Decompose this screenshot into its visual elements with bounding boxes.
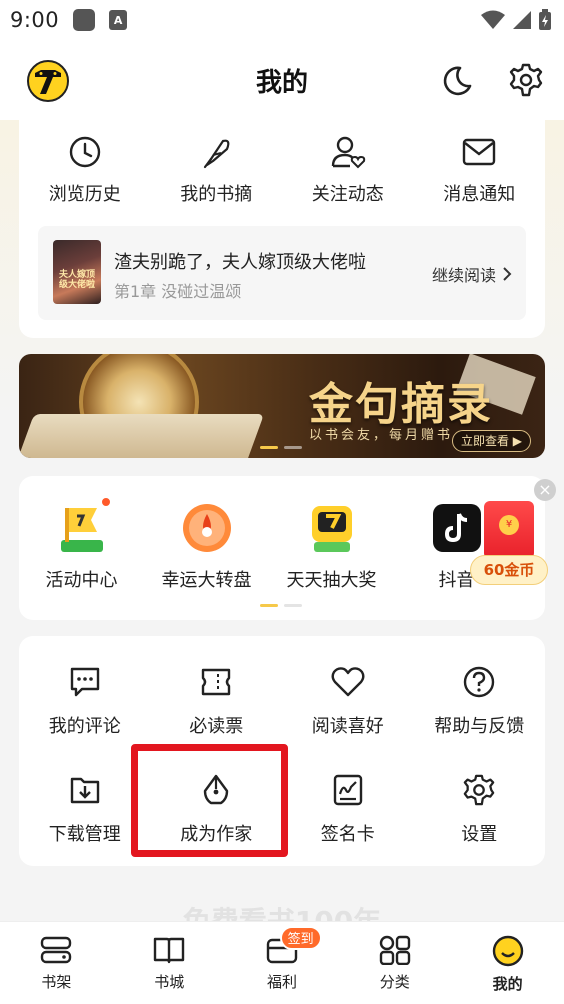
book-cover-title: 夫人嫁顶级大佬啦: [58, 270, 95, 290]
quotes-banner[interactable]: 金句摘录 以书会友，每月赠书 立即查看 ▶: [19, 354, 545, 458]
book-open-icon: [153, 937, 185, 964]
coin-reward-label: 60金币: [470, 555, 548, 585]
download-icon: [70, 777, 99, 804]
book-cover: 夫人嫁顶级大佬啦: [53, 240, 101, 304]
tool-label: 设置: [461, 824, 498, 845]
nav-bookshelf[interactable]: 书架: [0, 922, 113, 1004]
banner-title: 金句摘录: [309, 379, 493, 430]
quick-link-history[interactable]: 浏览历史: [19, 128, 151, 206]
banner-pagination: [260, 446, 302, 449]
activity-label: 幸运大转盘: [161, 570, 252, 591]
help-icon: [464, 666, 495, 698]
quick-link-label: 消息通知: [443, 184, 516, 205]
nav-label: 书城: [154, 973, 185, 991]
tool-label: 签名卡: [320, 824, 375, 845]
tool-label: 阅读喜好: [311, 716, 384, 737]
battery-icon: [539, 9, 551, 30]
slot-machine-icon: [311, 506, 352, 552]
red-packet-envelope: ¥: [484, 501, 534, 559]
quick-link-label: 关注动态: [311, 184, 384, 205]
continue-reading-box[interactable]: 夫人嫁顶级大佬啦 渣夫别跪了，夫人嫁顶级大佬啦 第1章 没碰过温颂 继续阅读: [38, 226, 526, 320]
app-notification-icon: A: [109, 10, 128, 30]
new-dot-badge: [100, 496, 112, 508]
activity-label: 天天抽大奖: [286, 570, 377, 591]
tool-label: 必读票: [189, 716, 244, 737]
activity-center[interactable]: 活动中心: [19, 496, 144, 592]
continue-reading-button[interactable]: 继续阅读: [432, 262, 512, 286]
flag-icon: [60, 508, 103, 552]
ticket-icon: [202, 668, 231, 696]
banner-book-image: [19, 414, 265, 458]
red-packet-widget[interactable]: ¥ 60金币: [470, 501, 548, 587]
smiley-icon: [492, 935, 523, 967]
mail-icon: [463, 138, 496, 166]
banner-view-button[interactable]: 立即查看 ▶: [451, 430, 531, 452]
bottom-nav: 书架 书城 签到 福利 分类 我的: [0, 921, 564, 1004]
nav-label: 书架: [41, 973, 72, 991]
red-packet-seal-icon: ¥: [499, 515, 519, 535]
notification-icon: [73, 9, 96, 31]
comment-icon: [70, 667, 99, 697]
activities-pagination: [260, 604, 302, 607]
signature-icon: [333, 774, 362, 806]
wifi-icon: [481, 10, 505, 29]
header: 我的: [0, 40, 564, 120]
settings-gear-icon[interactable]: [508, 62, 544, 98]
tool-label: 下载管理: [48, 824, 121, 845]
user-heart-icon: [331, 136, 365, 169]
grid-icon: [379, 935, 410, 965]
clock-icon: [69, 136, 100, 168]
status-time: 9:00: [10, 8, 60, 32]
page-title: 我的: [255, 68, 308, 98]
nav-welfare[interactable]: 签到 福利: [226, 922, 339, 1004]
tool-label: 我的评论: [48, 716, 121, 737]
quick-link-excerpts[interactable]: 我的书摘: [151, 128, 283, 206]
wheel-icon: [182, 504, 231, 552]
heart-icon: [331, 667, 365, 697]
nav-label: 分类: [379, 973, 410, 991]
nav-label: 我的: [492, 975, 523, 993]
nav-mine[interactable]: 我的: [451, 922, 564, 1004]
book-title: 渣夫别跪了，夫人嫁顶级大佬啦: [114, 252, 366, 273]
activity-label: 活动中心: [45, 570, 118, 591]
nav-label: 福利: [266, 973, 297, 991]
book-chapter: 第1章 没碰过温颂: [114, 282, 242, 301]
status-bar: 9:00 A: [0, 0, 564, 40]
close-red-packet-button[interactable]: ×: [534, 479, 556, 501]
moon-icon[interactable]: [440, 64, 474, 98]
quick-link-following[interactable]: 关注动态: [282, 128, 414, 206]
quick-links-card: 浏览历史 我的书摘 关注动态 消息通知 夫人嫁顶级大佬啦 渣夫别跪了，夫人嫁顶级…: [19, 118, 545, 338]
nav-bookstore[interactable]: 书城: [113, 922, 226, 1004]
activity-daily-draw[interactable]: 天天抽大奖: [269, 500, 394, 592]
tool-settings[interactable]: 设置: [414, 770, 546, 878]
continue-reading-label: 继续阅读: [431, 266, 496, 285]
feather-icon: [204, 139, 230, 169]
quick-link-label: 浏览历史: [48, 184, 121, 205]
nav-category[interactable]: 分类: [338, 922, 451, 1004]
gear-icon: [463, 774, 495, 806]
tool-reading-preference[interactable]: 阅读喜好: [282, 662, 414, 770]
tool-signature-card[interactable]: 签名卡: [282, 770, 414, 878]
checkin-badge: 签到: [279, 926, 322, 950]
signal-icon: [513, 11, 531, 29]
quick-link-messages[interactable]: 消息通知: [414, 128, 546, 206]
highlight-annotation-box: [131, 744, 288, 857]
tool-help-feedback[interactable]: 帮助与反馈: [414, 662, 546, 770]
banner-subtitle: 以书会友，每月赠书: [309, 428, 454, 443]
activity-lucky-wheel[interactable]: 幸运大转盘: [144, 500, 269, 592]
chevron-right-icon: [503, 267, 512, 281]
shelf-icon: [41, 936, 72, 964]
activities-card: 活动中心 幸运大转盘 天天抽大奖 抖音: [19, 476, 545, 620]
tool-label: 帮助与反馈: [434, 716, 525, 737]
quick-link-label: 我的书摘: [180, 184, 253, 205]
